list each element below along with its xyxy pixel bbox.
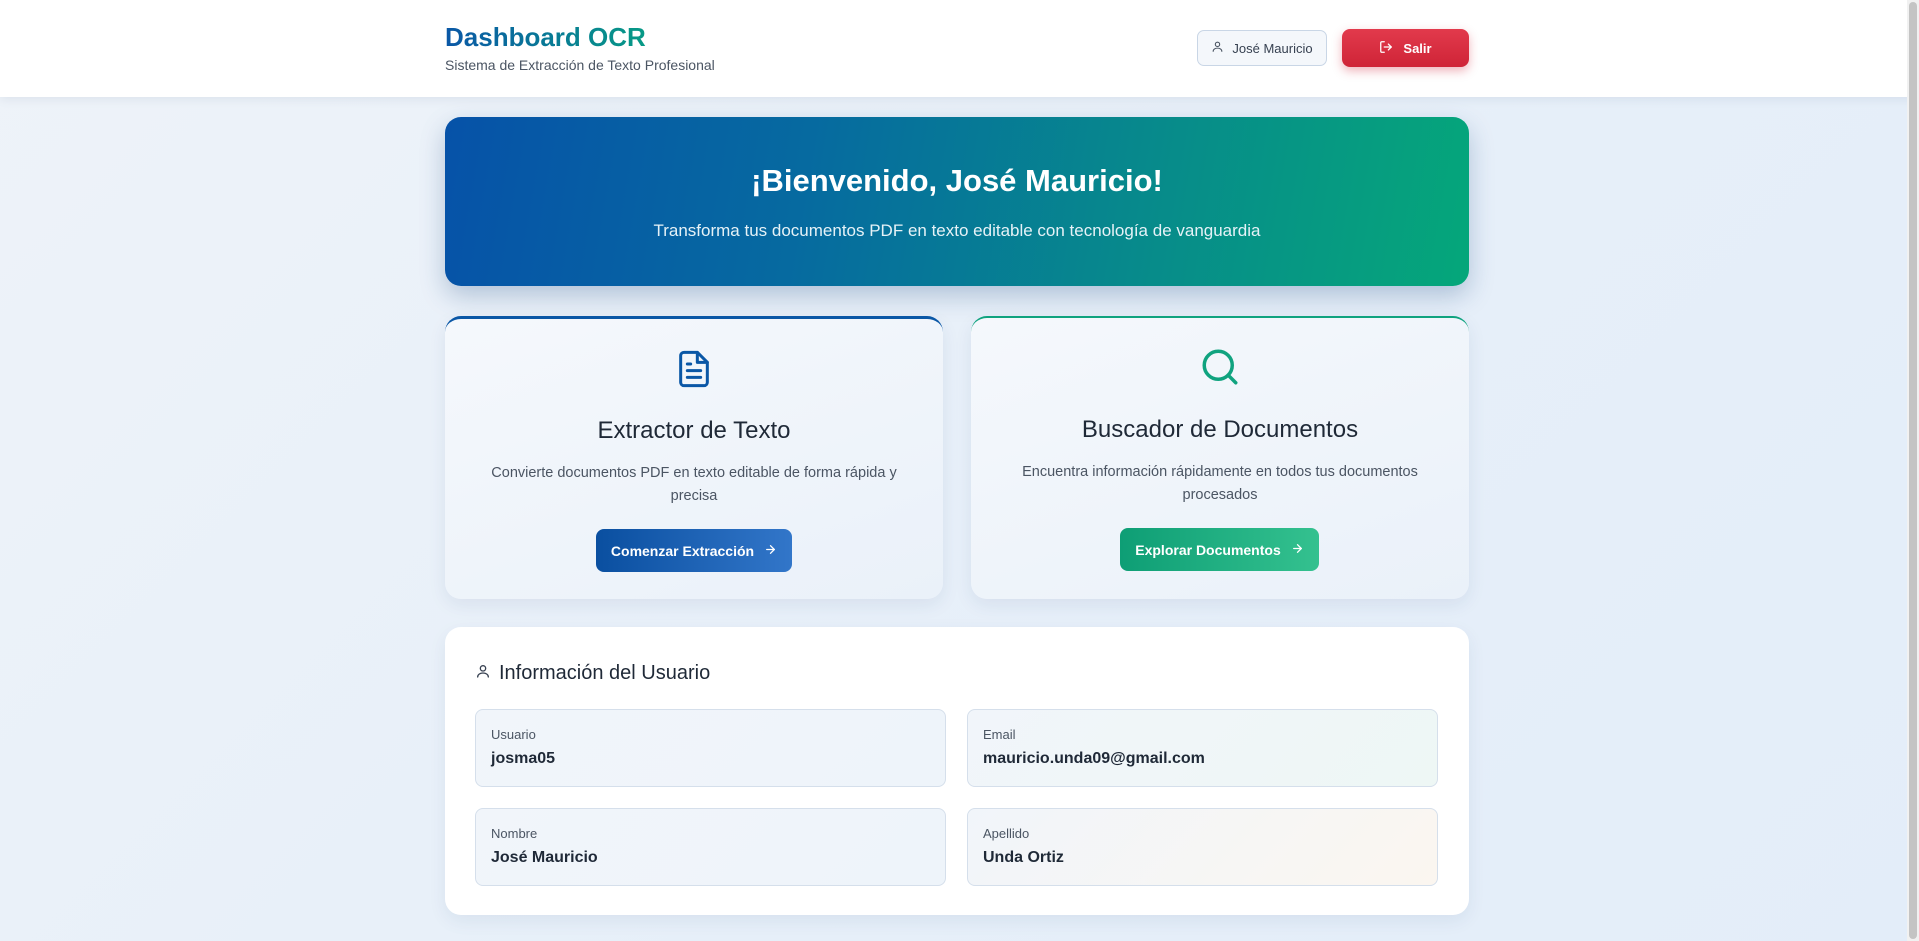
top-header: Dashboard OCR Sistema de Extracción de T… bbox=[0, 0, 1919, 97]
field-label: Usuario bbox=[491, 727, 536, 742]
app-subtitle: Sistema de Extracción de Texto Profesion… bbox=[445, 57, 715, 73]
card-title: Buscador de Documentos bbox=[1081, 416, 1359, 443]
document-icon bbox=[445, 347, 943, 391]
field-label: Apellido bbox=[983, 826, 1030, 841]
user-info-panel: Información del Usuario Usuario josma05 … bbox=[445, 627, 1469, 915]
field-label: Nombre bbox=[491, 826, 538, 841]
welcome-banner: ¡Bienvenido, José Mauricio! Transforma t… bbox=[445, 117, 1469, 286]
card-description: Encuentra información rápidamente en tod… bbox=[1022, 464, 1418, 503]
field-value: Unda Ortiz bbox=[983, 849, 1064, 866]
welcome-title: ¡Bienvenido, José Mauricio! bbox=[751, 163, 1163, 198]
user-info-heading: Información del Usuario bbox=[475, 662, 710, 685]
app-title: Dashboard OCR bbox=[445, 22, 646, 52]
last-name-field: Apellido Unda Ortiz bbox=[967, 808, 1438, 886]
start-extraction-button[interactable]: Comenzar Extracción bbox=[596, 529, 792, 572]
username-field: Usuario josma05 bbox=[475, 709, 946, 787]
document-search-card: Buscador de Documentos Encuentra informa… bbox=[971, 316, 1469, 599]
search-icon bbox=[971, 346, 1469, 388]
logout-label: Salir bbox=[1403, 40, 1432, 56]
user-icon bbox=[1211, 40, 1224, 56]
field-value: José Mauricio bbox=[491, 849, 598, 866]
card-title: Extractor de Texto bbox=[597, 417, 791, 444]
text-extractor-card: Extractor de Texto Convierte documentos … bbox=[445, 316, 943, 599]
arrow-right-icon bbox=[764, 543, 777, 559]
scrollbar-thumb[interactable] bbox=[1909, 2, 1917, 939]
logout-icon bbox=[1379, 40, 1393, 57]
card-description: Convierte documentos PDF en texto editab… bbox=[491, 465, 897, 504]
field-value: mauricio.unda09@gmail.com bbox=[983, 750, 1205, 767]
user-chip[interactable]: José Mauricio bbox=[1197, 30, 1327, 66]
field-value: josma05 bbox=[491, 750, 556, 767]
button-label: Comenzar Extracción bbox=[610, 542, 755, 559]
logout-button[interactable]: Salir bbox=[1342, 29, 1469, 67]
explore-documents-button[interactable]: Explorar Documentos bbox=[1120, 528, 1319, 571]
arrow-right-icon bbox=[1291, 542, 1304, 558]
vertical-scrollbar[interactable] bbox=[1907, 0, 1919, 941]
welcome-subtitle: Transforma tus documentos PDF en texto e… bbox=[653, 221, 1261, 240]
first-name-field: Nombre José Mauricio bbox=[475, 808, 946, 886]
button-label: Explorar Documentos bbox=[1135, 541, 1281, 558]
user-info-title: Información del Usuario bbox=[499, 662, 711, 684]
field-label: Email bbox=[983, 727, 1016, 742]
user-chip-name: José Mauricio bbox=[1232, 40, 1313, 56]
email-field: Email mauricio.unda09@gmail.com bbox=[967, 709, 1438, 787]
user-icon bbox=[475, 662, 491, 685]
